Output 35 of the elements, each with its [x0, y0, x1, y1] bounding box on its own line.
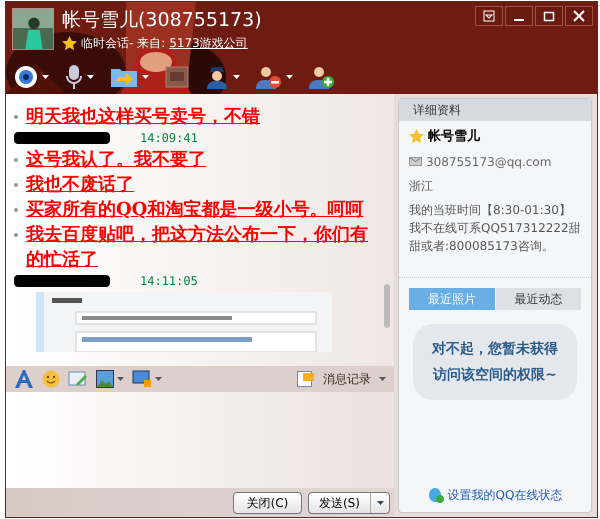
profile-region: 浙江	[409, 178, 434, 194]
close-button[interactable]: 关闭(C)	[233, 492, 302, 514]
scrollbar-thumb[interactable]	[384, 284, 390, 328]
bullet-icon	[14, 183, 18, 187]
envelope-icon	[409, 157, 422, 166]
panel-header: 详细资料	[399, 99, 591, 121]
font-icon[interactable]	[14, 370, 34, 388]
bullet-icon	[14, 233, 18, 237]
bullet-icon	[14, 158, 18, 162]
profile-bio: 我的当班时间【8:30-01:30】我不在线可系QQ517312222甜甜或者:800085173咨询。	[409, 202, 581, 254]
profile-name: 帐号雪儿	[428, 128, 480, 146]
image-icon[interactable]	[96, 370, 114, 388]
chat-message: 我去百度贴吧，把这方法公布一下，你们有的忙活了	[26, 223, 369, 272]
chat-message: 明天我也这样买号卖号，不错	[26, 105, 260, 129]
star-icon	[409, 129, 424, 144]
message-time: 14:09:41	[140, 130, 198, 147]
status-link[interactable]: 设置我的QQ在线状态	[448, 486, 562, 504]
send-button[interactable]: 发送(S)	[308, 492, 390, 514]
screen-capture-icon[interactable]	[132, 370, 152, 388]
chat-message: 这号我认了。我不要了	[26, 148, 206, 172]
message-history-button[interactable]: 消息记录	[323, 370, 371, 388]
chat-message: 买家所有的QQ和淘宝都是一级小号。呵呵	[26, 198, 364, 222]
panel-tab[interactable]: 最近动态	[496, 288, 581, 310]
chat-history-icon[interactable]	[297, 371, 315, 387]
message-time: 14:11:05	[140, 273, 198, 290]
pencil-note-icon[interactable]	[68, 371, 88, 387]
caret-icon[interactable]	[376, 500, 384, 504]
permission-notice: 对不起，您暂未获得访问该空间的权限~	[431, 340, 559, 384]
message-input[interactable]	[6, 392, 394, 488]
bullet-icon	[14, 208, 18, 212]
profile-email: 308755173@qq.com	[426, 154, 552, 170]
smiley-icon[interactable]	[42, 370, 60, 388]
bullet-icon	[14, 115, 18, 119]
chat-message: 我也不废话了	[26, 173, 134, 197]
qq-status-icon	[428, 487, 444, 503]
